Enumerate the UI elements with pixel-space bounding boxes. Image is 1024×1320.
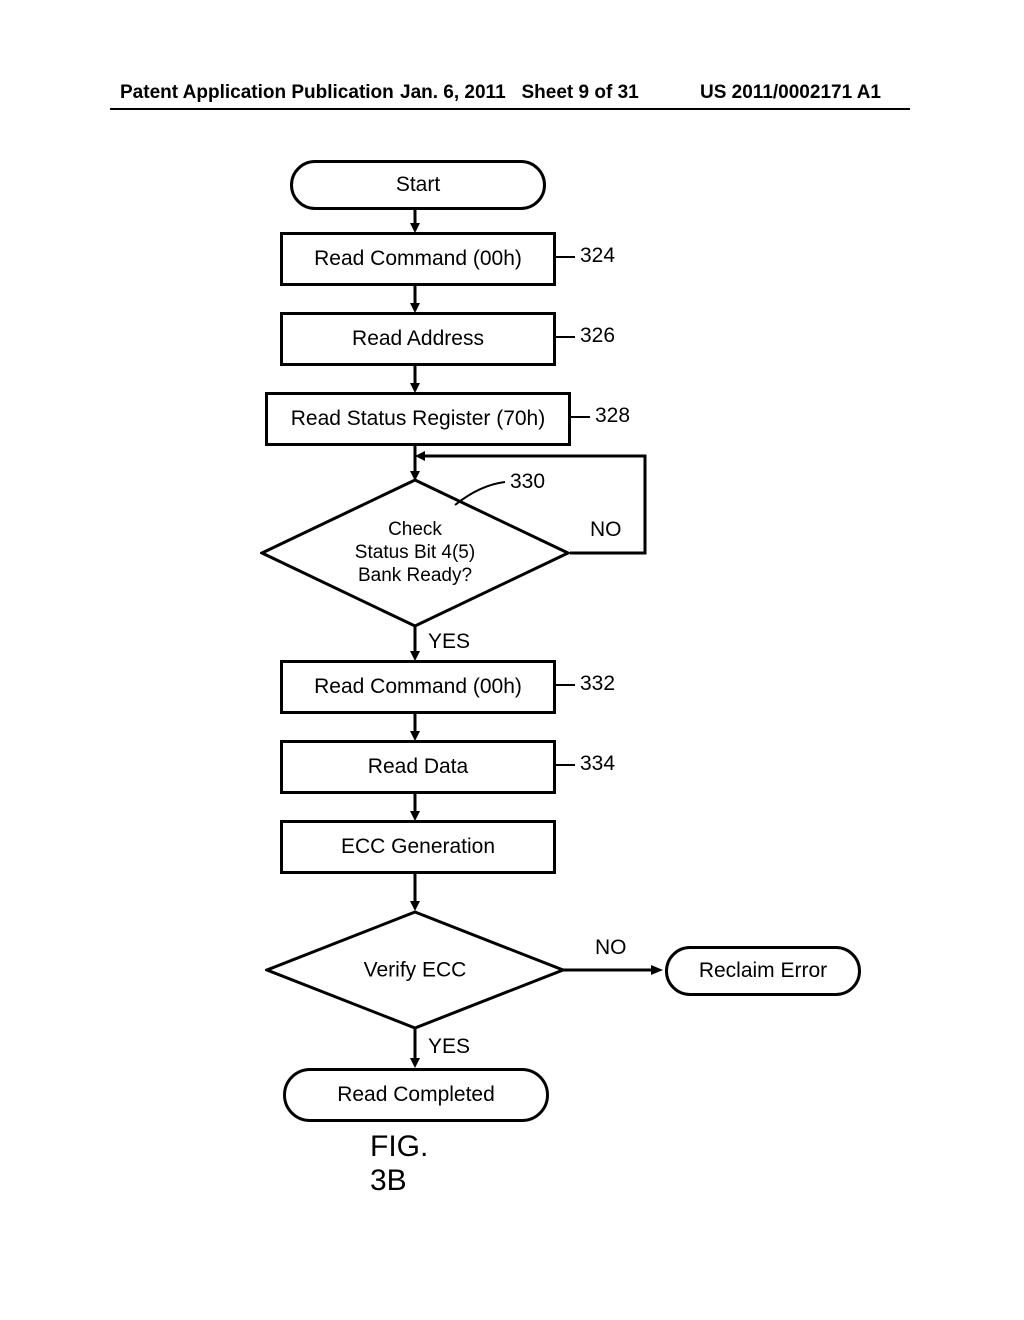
yes-label-330: YES [428, 630, 470, 654]
ref-leader [553, 332, 583, 342]
ref-332: 332 [580, 672, 615, 696]
ref-324: 324 [580, 244, 615, 268]
terminator-read-completed: Read Completed [283, 1068, 549, 1122]
arrow [410, 626, 430, 661]
figure-label: FIG. 3B [370, 1130, 428, 1198]
terminator-start: Start [290, 160, 546, 210]
loop-no [420, 448, 650, 568]
process-read-address: Read Address [280, 312, 556, 366]
arrow [410, 1028, 430, 1068]
start-label: Start [396, 173, 440, 197]
arrow [563, 964, 663, 976]
arrow [410, 791, 430, 821]
arrow [410, 207, 430, 233]
process-ecc-generation: ECC Generation [280, 820, 556, 874]
ref-328: 328 [595, 404, 630, 428]
arrow [410, 363, 430, 393]
header-pubnum: US 2011/0002171 A1 [700, 82, 881, 104]
process-read-status-reg: Read Status Register (70h) [265, 392, 571, 446]
header-left: Patent Application Publication [120, 82, 394, 104]
no-label-verify: NO [595, 936, 627, 960]
ref-leader [553, 252, 583, 262]
process-read-command-1: Read Command (00h) [280, 232, 556, 286]
header-date: Jan. 6, 2011 Sheet 9 of 31 [400, 82, 639, 104]
arrow [410, 283, 430, 313]
terminator-reclaim-error: Reclaim Error [665, 946, 861, 996]
process-read-command-2: Read Command (00h) [280, 660, 556, 714]
ref-leader [553, 760, 583, 770]
ref-326: 326 [580, 324, 615, 348]
decision-verify-text: Verify ECC [265, 957, 565, 982]
header-rule [110, 108, 910, 110]
ref-334: 334 [580, 752, 615, 776]
yes-label-verify: YES [428, 1035, 470, 1059]
no-label-330: NO [590, 518, 622, 542]
ref-leader [553, 680, 583, 690]
arrow [410, 871, 430, 911]
process-read-data: Read Data [280, 740, 556, 794]
arrow [410, 711, 430, 741]
decision-verify-ecc: Verify ECC [265, 910, 565, 1030]
ref-leader [568, 412, 598, 422]
